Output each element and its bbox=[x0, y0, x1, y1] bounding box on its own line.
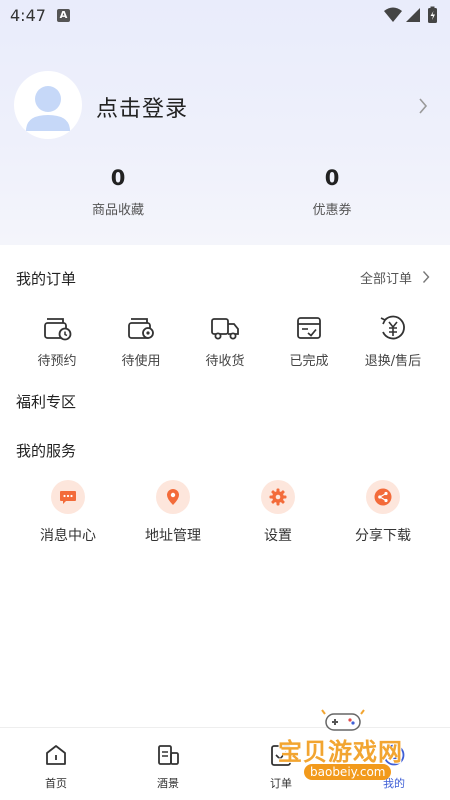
check-card-icon bbox=[297, 317, 321, 339]
tab-scenery[interactable]: 酒景 bbox=[138, 742, 198, 791]
orders-title: 我的订单 bbox=[16, 270, 77, 288]
chevron-right-icon[interactable] bbox=[418, 97, 428, 115]
login-link[interactable]: 点击登录 bbox=[96, 91, 188, 123]
tab-label: 首页 bbox=[45, 777, 67, 790]
service-address[interactable]: 地址管理 bbox=[128, 480, 218, 545]
services-title: 我的服务 bbox=[16, 442, 77, 460]
all-orders-link[interactable]: 全部订单 bbox=[360, 268, 412, 287]
wifi-icon bbox=[384, 7, 402, 22]
signal-icon bbox=[406, 8, 420, 22]
watermark-text: 宝贝游戏网 bbox=[278, 738, 403, 766]
favorites-count: 0 bbox=[110, 166, 126, 190]
chevron-right-icon[interactable] bbox=[422, 270, 430, 284]
stat-favorites[interactable]: 0 商品收藏 bbox=[48, 166, 188, 218]
message-icon bbox=[60, 491, 76, 504]
service-icon-bg bbox=[156, 480, 190, 514]
welfare-title[interactable]: 福利专区 bbox=[16, 391, 76, 412]
watermark: 宝贝游戏网 baobeiy.com bbox=[270, 706, 430, 792]
service-label: 消息中心 bbox=[40, 528, 96, 544]
service-label: 分享下载 bbox=[355, 528, 411, 544]
notification-icon: A bbox=[57, 9, 70, 22]
order-refund[interactable]: 退换/售后 bbox=[353, 314, 433, 369]
order-label: 已完成 bbox=[289, 354, 329, 369]
order-to-use[interactable]: 待使用 bbox=[101, 314, 181, 369]
refund-icon bbox=[380, 315, 405, 340]
service-messages[interactable]: 消息中心 bbox=[23, 480, 113, 545]
service-label: 设置 bbox=[264, 528, 292, 544]
gear-icon bbox=[269, 488, 287, 506]
status-time: 4:47 bbox=[10, 6, 46, 25]
order-pending-booking[interactable]: 待预约 bbox=[17, 314, 97, 369]
service-icon-bg bbox=[51, 480, 85, 514]
order-label: 待预约 bbox=[37, 354, 77, 369]
tab-home[interactable]: 首页 bbox=[26, 742, 86, 791]
order-to-receive[interactable]: 待收货 bbox=[185, 314, 265, 369]
order-completed[interactable]: 已完成 bbox=[269, 314, 349, 369]
coupons-label: 优惠券 bbox=[312, 203, 352, 218]
order-label: 待收货 bbox=[205, 354, 245, 369]
service-settings[interactable]: 设置 bbox=[233, 480, 323, 545]
stat-coupons[interactable]: 0 优惠券 bbox=[262, 166, 402, 218]
wallet-clock-icon bbox=[44, 318, 72, 341]
wallet-coin-icon bbox=[128, 318, 154, 339]
tab-label: 酒景 bbox=[157, 777, 179, 790]
service-label: 地址管理 bbox=[145, 528, 201, 544]
order-label: 退换/售后 bbox=[364, 354, 422, 369]
scenery-icon bbox=[158, 745, 179, 765]
avatar[interactable] bbox=[14, 71, 82, 139]
coupons-count: 0 bbox=[324, 166, 340, 190]
user-avatar-icon bbox=[26, 86, 70, 131]
service-icon-bg bbox=[261, 480, 295, 514]
favorites-label: 商品收藏 bbox=[91, 203, 144, 218]
home-icon bbox=[46, 745, 66, 765]
share-icon bbox=[374, 488, 392, 506]
service-icon-bg bbox=[366, 480, 400, 514]
status-icons bbox=[384, 6, 437, 23]
order-label: 待使用 bbox=[121, 354, 161, 369]
status-bar: 4:47 A bbox=[0, 0, 450, 32]
service-share[interactable]: 分享下载 bbox=[338, 480, 428, 545]
truck-icon bbox=[211, 318, 239, 340]
location-icon bbox=[167, 489, 179, 505]
watermark-url: baobeiy.com bbox=[304, 764, 392, 780]
